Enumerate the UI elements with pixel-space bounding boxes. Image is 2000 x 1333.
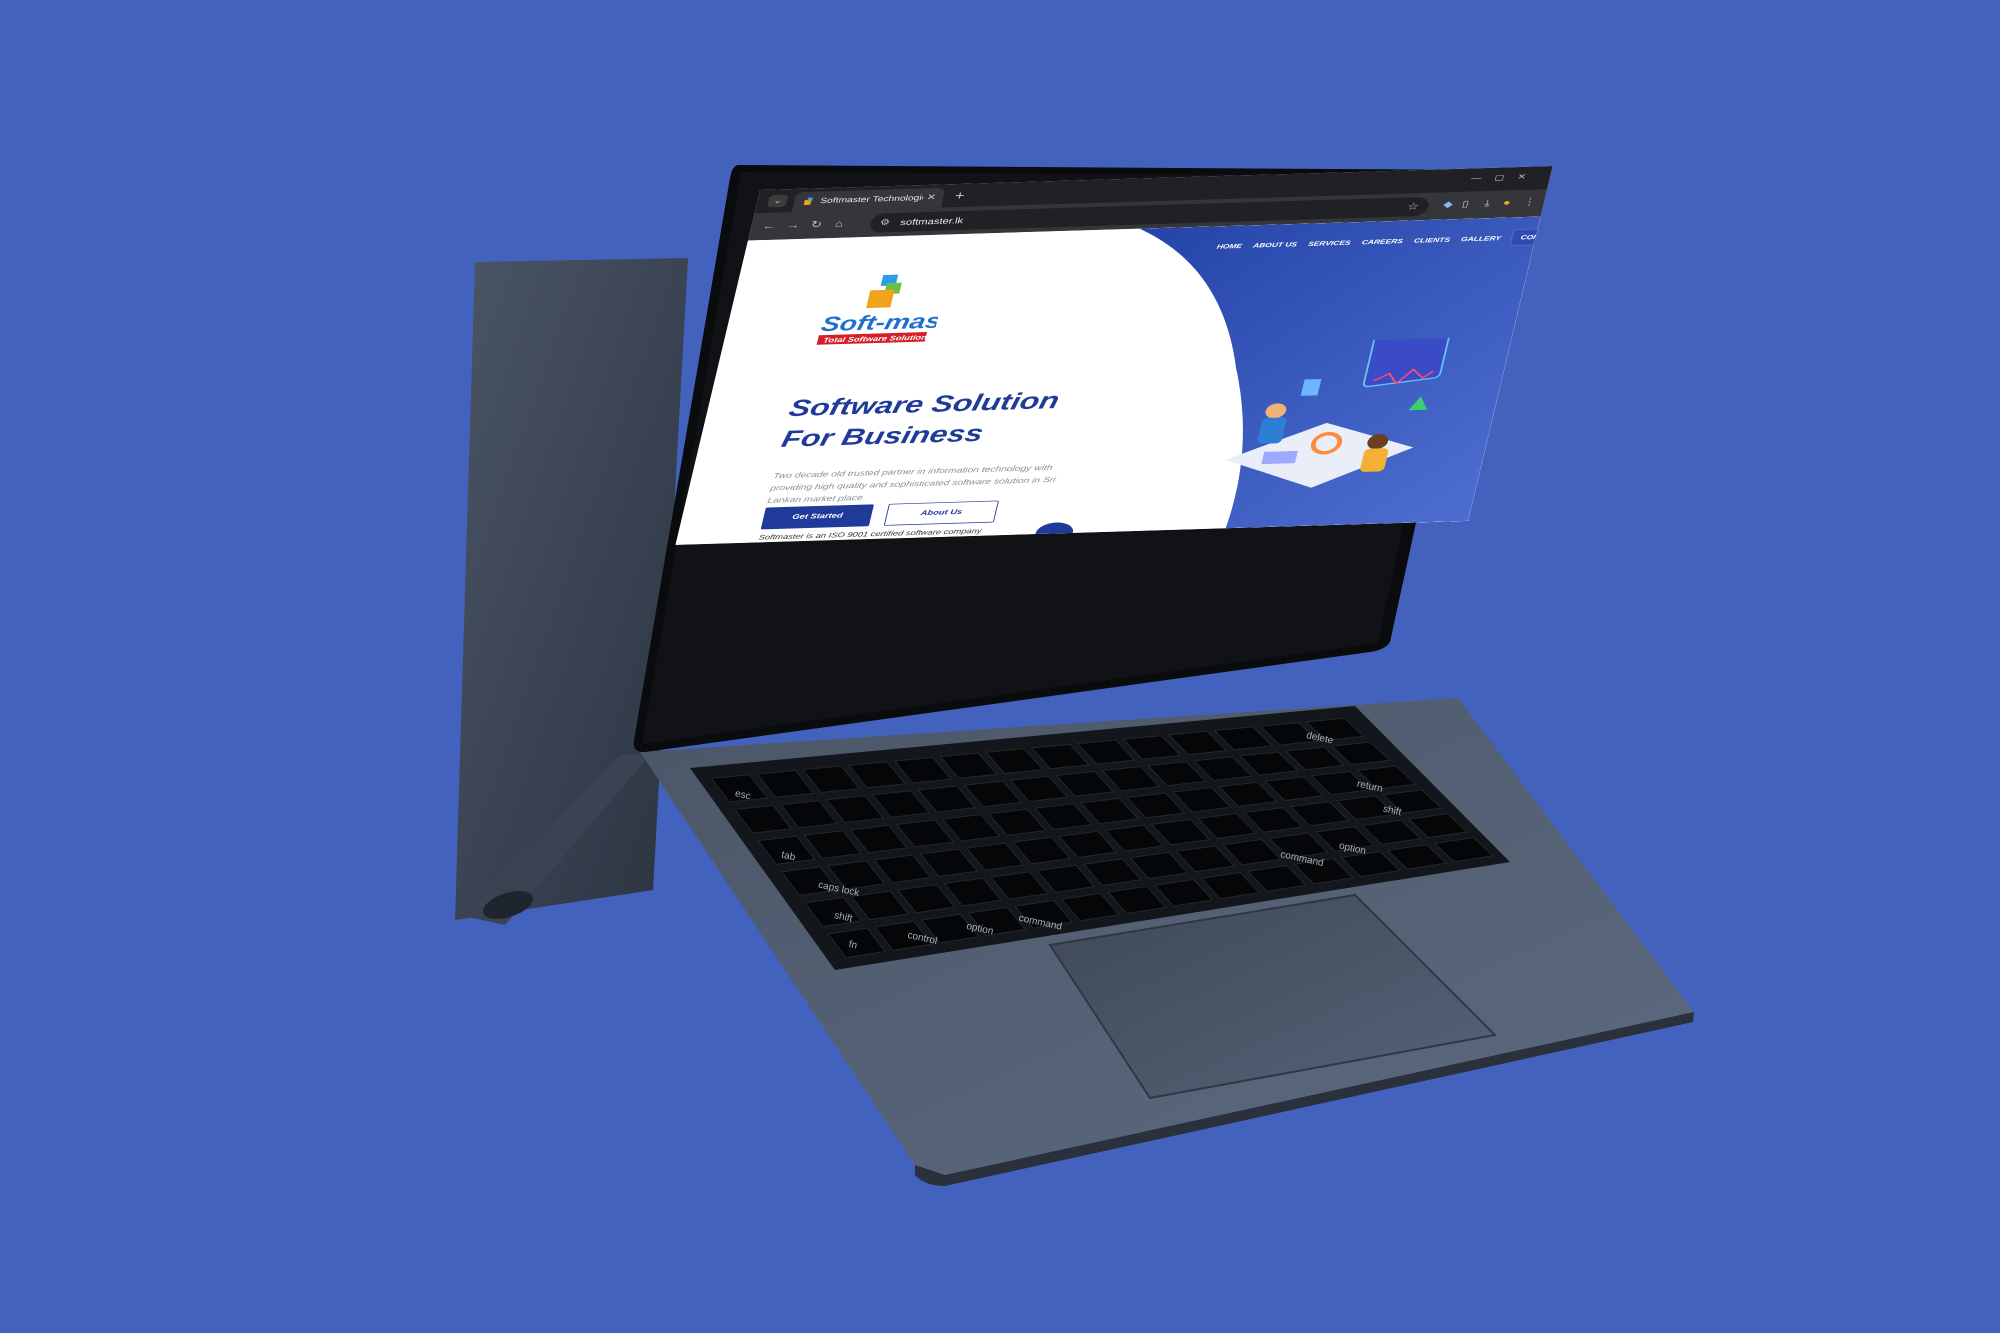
logo-wordmark: Soft-master (819, 309, 949, 336)
profile-icon[interactable]: ● (1502, 197, 1512, 207)
back-icon[interactable]: ← (761, 220, 777, 231)
nav-gallery[interactable]: GALLERY (1460, 235, 1502, 243)
nav-about-us[interactable]: ABOUT US (1252, 241, 1297, 249)
nav-clients[interactable]: CLIENTS (1413, 236, 1451, 244)
plus-icon[interactable]: + (953, 189, 966, 204)
get-started-button[interactable]: Get Started (760, 504, 875, 530)
reading-list-icon[interactable]: ▯ (1461, 198, 1470, 209)
star-icon[interactable]: ☆ (1406, 201, 1420, 213)
home-icon[interactable]: ⌂ (834, 218, 844, 229)
url-text: softmaster.lk (899, 215, 965, 228)
extension-icon[interactable]: ◆ (1442, 199, 1454, 210)
business-analytics-illustration (1225, 337, 1453, 488)
reload-icon[interactable]: ↻ (810, 219, 824, 231)
back-laptop (455, 258, 688, 925)
webpage: HOME ABOUT US SERVICES CAREERS CLIENTS G… (675, 216, 1541, 545)
tab-title: Softmaster Technologies Pvt Lt (819, 193, 924, 206)
softmaster-logo[interactable]: Soft-master Total Software Solutions (810, 272, 949, 351)
forward-icon[interactable]: → (786, 219, 802, 230)
site-info-icon[interactable]: ⚙ (879, 217, 891, 227)
nav-home[interactable]: HOME (1216, 242, 1243, 250)
laptop-screen: ⌄ Softmaster Technologies Pvt Lt ✕ + —▢✕… (675, 166, 1553, 545)
window-controls[interactable]: —▢✕ (1470, 172, 1540, 183)
download-icon[interactable]: ⤓ (1483, 198, 1491, 209)
menu-dots-icon[interactable]: ⋮ (1522, 196, 1538, 207)
site-favicon-icon (803, 197, 813, 205)
about-us-button[interactable]: About Us (883, 500, 999, 526)
chevron-down-icon[interactable]: ⌄ (766, 194, 789, 208)
nav-services[interactable]: SERVICES (1307, 239, 1351, 247)
nav-careers[interactable]: CAREERS (1361, 238, 1404, 246)
close-icon[interactable]: ✕ (926, 192, 938, 202)
hero-title: Software Solution For Business (779, 387, 1062, 453)
